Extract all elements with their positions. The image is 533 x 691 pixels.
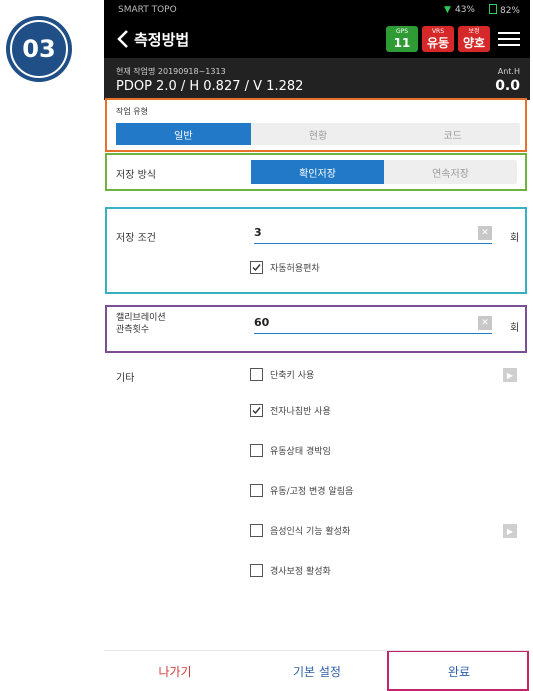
checkbox-empty-icon bbox=[250, 524, 263, 537]
battery-indicator: 82% bbox=[488, 4, 520, 16]
checkbox-checked-icon bbox=[250, 404, 263, 417]
voice-recognition-checkbox[interactable]: 음성인식 기능 활성화 bbox=[250, 524, 350, 537]
save-condition-label: 저장 조건 bbox=[116, 233, 156, 244]
gps-status-chip[interactable]: GPS 11 bbox=[386, 26, 418, 52]
clear-icon[interactable]: ✕ bbox=[478, 225, 492, 240]
voice-recognition-label: 음성인식 기능 활성화 bbox=[270, 527, 351, 537]
hamburger-menu-icon[interactable] bbox=[498, 28, 520, 50]
tilt-correction-checkbox[interactable]: 경사보정 활성화 bbox=[250, 564, 331, 577]
save-condition-input[interactable]: 3 ✕ bbox=[254, 222, 492, 244]
checkbox-empty-icon bbox=[250, 368, 263, 381]
compass-label: 전자나침반 사용 bbox=[270, 407, 331, 417]
save-mode-segmented: 확인저장 연속저장 bbox=[251, 160, 517, 184]
save-condition-highlight bbox=[105, 207, 527, 294]
work-type-label: 작업 유형 bbox=[116, 107, 148, 116]
save-condition-value: 3 bbox=[254, 226, 262, 239]
save-mode-option-confirm[interactable]: 확인저장 bbox=[251, 160, 384, 184]
signal-percent: 43% bbox=[454, 5, 475, 15]
antenna-height-label: Ant.H bbox=[497, 67, 520, 76]
chevron-right-icon[interactable]: ▶ bbox=[503, 368, 517, 382]
pdop-readout: PDOP 2.0 / H 0.827 / V 1.282 bbox=[116, 79, 304, 94]
fix-change-alert-label: 유동/고정 변경 알림음 bbox=[270, 487, 354, 497]
phone-screen: SMART TOPO ▼ 43% 82% 측정방법 GPS 11 VRS 유동 … bbox=[104, 0, 530, 691]
work-type-option-code[interactable]: 코드 bbox=[385, 123, 520, 145]
default-settings-button[interactable]: 기본 설정 bbox=[246, 651, 388, 691]
carrier-label: SMART TOPO bbox=[118, 5, 177, 15]
save-mode-label: 저장 방식 bbox=[116, 170, 156, 181]
battery-icon bbox=[488, 4, 497, 14]
calibration-count-input[interactable]: 60 ✕ bbox=[254, 312, 492, 334]
checkbox-empty-icon bbox=[250, 484, 263, 497]
correction-status-chip[interactable]: 보정 양호 bbox=[458, 26, 490, 52]
work-type-segmented: 일반 현황 코드 bbox=[116, 123, 520, 145]
compass-checkbox[interactable]: 전자나침반 사용 bbox=[250, 404, 331, 417]
wifi-icon: ▼ bbox=[444, 5, 451, 15]
bottom-action-bar: 나가기 기본 설정 완료 bbox=[104, 650, 530, 691]
status-bar: SMART TOPO ▼ 43% 82% bbox=[104, 0, 530, 20]
page-title: 측정방법 bbox=[134, 30, 190, 49]
correction-chip-label: 보정 bbox=[468, 28, 480, 35]
gps-chip-label: GPS bbox=[395, 28, 409, 35]
float-warning-label: 유동상태 경박임 bbox=[270, 447, 331, 457]
auto-tolerance-label: 자동허용편차 bbox=[270, 264, 320, 274]
calibration-label: 캘리브레이션 관측횟수 bbox=[116, 312, 166, 336]
calibration-label-line2: 관측횟수 bbox=[116, 325, 150, 335]
work-type-option-general[interactable]: 일반 bbox=[116, 123, 251, 145]
fix-change-alert-checkbox[interactable]: 유동/고정 변경 알림음 bbox=[250, 484, 353, 497]
exit-button[interactable]: 나가기 bbox=[104, 651, 246, 691]
antenna-height-value: 0.0 bbox=[495, 78, 520, 94]
checkbox-checked-icon bbox=[250, 261, 263, 274]
clear-icon[interactable]: ✕ bbox=[478, 315, 492, 330]
calibration-label-line1: 캘리브레이션 bbox=[116, 313, 166, 323]
save-mode-option-continuous[interactable]: 연속저장 bbox=[384, 160, 517, 184]
vrs-chip-value: 유동 bbox=[426, 36, 450, 50]
etc-label: 기타 bbox=[116, 373, 135, 384]
calibration-unit: 회 bbox=[510, 323, 520, 334]
checkbox-empty-icon bbox=[250, 564, 263, 577]
shortcut-checkbox[interactable]: 단축키 사용 bbox=[250, 368, 314, 381]
checkbox-empty-icon bbox=[250, 444, 263, 457]
back-arrow-icon[interactable] bbox=[114, 28, 132, 50]
calibration-count-value: 60 bbox=[254, 316, 270, 329]
step-badge: 03 bbox=[6, 16, 72, 82]
app-bar: 측정방법 GPS 11 VRS 유동 보정 양호 bbox=[104, 20, 530, 58]
tilt-correction-label: 경사보정 활성화 bbox=[270, 567, 331, 577]
shortcut-label: 단축키 사용 bbox=[270, 371, 315, 381]
correction-chip-value: 양호 bbox=[462, 36, 486, 50]
chevron-right-icon[interactable]: ▶ bbox=[503, 524, 517, 538]
save-condition-unit: 회 bbox=[510, 233, 520, 244]
done-button[interactable]: 완료 bbox=[388, 651, 530, 691]
current-job-name: 현재 작업명 20190918~1313 bbox=[116, 67, 226, 76]
vrs-chip-label: VRS bbox=[431, 28, 445, 35]
screen: 03 SMART TOPO ▼ 43% 82% 측정방법 GPS 11 VRS … bbox=[0, 0, 533, 691]
work-type-option-status[interactable]: 현황 bbox=[251, 123, 386, 145]
vrs-status-chip[interactable]: VRS 유동 bbox=[422, 26, 454, 52]
job-info-bar: 현재 작업명 20190918~1313 PDOP 2.0 / H 0.827 … bbox=[104, 58, 530, 100]
auto-tolerance-checkbox[interactable]: 자동허용편차 bbox=[250, 261, 320, 274]
float-warning-checkbox[interactable]: 유동상태 경박임 bbox=[250, 444, 331, 457]
gps-chip-value: 11 bbox=[393, 36, 411, 50]
battery-percent: 82% bbox=[499, 6, 520, 16]
